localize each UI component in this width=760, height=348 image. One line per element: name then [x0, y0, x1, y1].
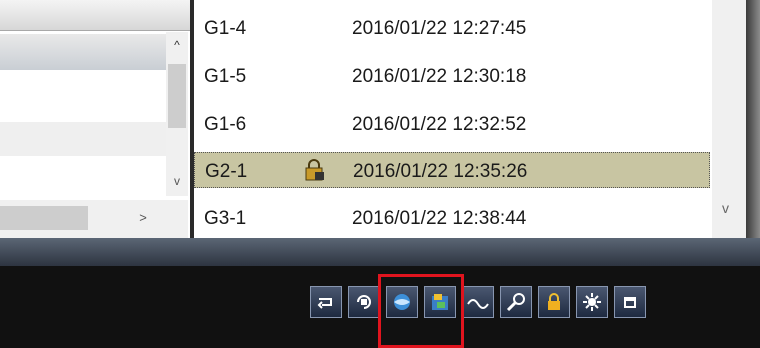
brightness-button[interactable] — [576, 286, 608, 318]
toolbar-band — [0, 238, 760, 266]
left-horizontal-scrollbar[interactable]: > — [0, 200, 188, 238]
lock-icon — [548, 293, 560, 310]
left-vertical-scrollbar[interactable]: ^ v — [166, 32, 188, 196]
recording-name: G1-5 — [204, 66, 247, 87]
window-icon — [624, 297, 636, 308]
scroll-right-icon[interactable]: > — [134, 206, 152, 230]
list-item[interactable]: G3-1 2016/01/22 12:38:44 — [194, 200, 710, 236]
lock-button[interactable] — [538, 286, 570, 318]
window-button[interactable] — [614, 286, 646, 318]
list-vertical-scrollbar[interactable]: v — [712, 0, 746, 238]
left-header-strip — [0, 0, 190, 31]
highlight-box — [378, 274, 464, 348]
left-list-item[interactable] — [0, 34, 168, 70]
repeat-button[interactable] — [310, 286, 342, 318]
window-edge — [746, 0, 760, 238]
repeat-icon — [317, 298, 332, 309]
rotate-camera-icon — [357, 295, 371, 309]
brightness-icon — [583, 293, 601, 311]
waveform-button[interactable] — [462, 286, 494, 318]
recording-datetime: 2016/01/22 12:27:45 — [352, 18, 527, 39]
list-item[interactable]: G1-4 2016/01/22 12:27:45 — [194, 10, 710, 46]
left-panel: ^ v > — [0, 0, 194, 238]
recording-datetime: 2016/01/22 12:35:26 — [353, 161, 528, 182]
recording-name: G2-1 — [205, 161, 248, 182]
recording-name: G1-6 — [204, 114, 247, 135]
recording-name: G3-1 — [204, 208, 247, 229]
waveform-icon — [467, 299, 489, 309]
scroll-thumb[interactable] — [168, 64, 186, 128]
recording-list: G1-4 2016/01/22 12:27:45 G1-5 2016/01/22… — [194, 0, 746, 238]
left-list-item[interactable] — [0, 156, 168, 196]
list-item-selected[interactable]: G2-1 2016/01/22 12:35:26 — [194, 152, 710, 188]
recording-name: G1-4 — [204, 18, 247, 39]
recording-datetime: 2016/01/22 12:32:52 — [352, 114, 527, 135]
left-list-item[interactable] — [0, 122, 168, 156]
recording-datetime: 2016/01/22 12:30:18 — [352, 66, 527, 87]
scroll-down-icon[interactable]: v — [722, 200, 729, 216]
lock-icon — [305, 159, 324, 181]
recording-datetime: 2016/01/22 12:38:44 — [352, 208, 527, 229]
search-key-button[interactable] — [500, 286, 532, 318]
search-key-icon — [506, 293, 525, 312]
list-item[interactable]: G1-6 2016/01/22 12:32:52 — [194, 106, 710, 142]
list-item[interactable]: G1-5 2016/01/22 12:30:18 — [194, 58, 710, 94]
left-list-item[interactable] — [0, 72, 168, 108]
scroll-down-icon[interactable]: v — [170, 172, 184, 190]
rotate-camera-button[interactable] — [348, 286, 380, 318]
scroll-up-icon[interactable]: ^ — [170, 36, 184, 54]
scroll-thumb[interactable] — [0, 206, 88, 230]
